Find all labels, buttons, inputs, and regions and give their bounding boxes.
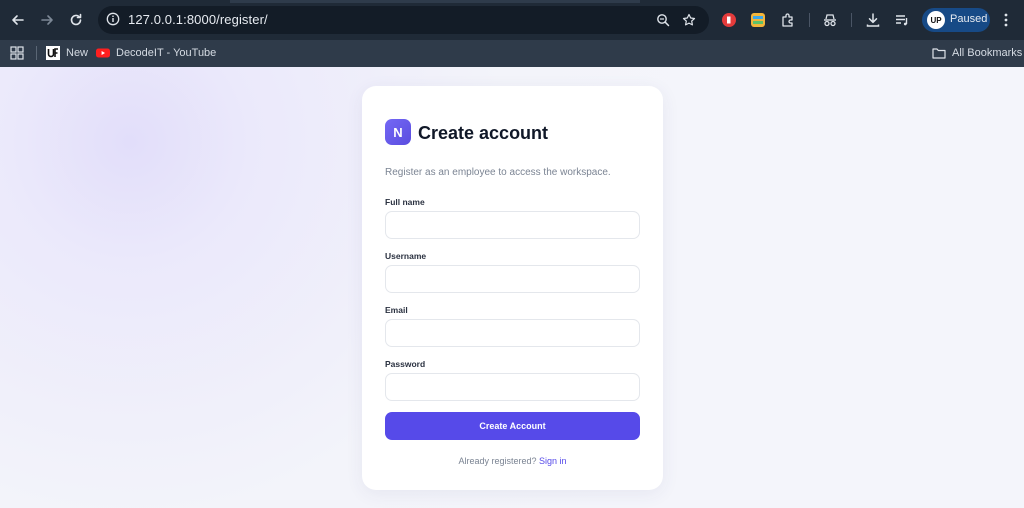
address-bar[interactable]: 127.0.0.1:8000/register/ <box>98 6 709 34</box>
bookmark-label: New <box>66 47 89 59</box>
media-queue-icon[interactable] <box>894 12 910 28</box>
signin-prompt-text: Already registered? <box>458 456 537 466</box>
app-logo: N <box>385 119 411 145</box>
bookmark-new[interactable]: New <box>46 44 88 62</box>
uf-favicon-icon <box>46 46 60 60</box>
toolbar-divider <box>851 13 852 27</box>
incognito-icon[interactable] <box>822 12 838 28</box>
page-title: Create account <box>418 123 549 143</box>
toolbar-divider <box>809 13 810 27</box>
extensions-puzzle-icon[interactable] <box>780 12 796 28</box>
password-label: Password <box>385 359 426 369</box>
more-vert-icon[interactable] <box>1000 12 1012 28</box>
folder-icon <box>932 48 946 59</box>
site-info-icon[interactable] <box>106 12 120 26</box>
signin-link[interactable]: Sign in <box>539 456 567 466</box>
create-account-button[interactable]: Create Account <box>385 412 640 440</box>
bookmark-youtube[interactable]: DecodeIT - YouTube <box>96 44 216 62</box>
profile-status: Paused <box>950 13 988 25</box>
profile-button[interactable]: UP Paused <box>922 8 990 32</box>
youtube-icon <box>96 48 110 58</box>
url-text[interactable]: 127.0.0.1:8000/register/ <box>128 12 268 27</box>
full-name-input[interactable] <box>385 211 640 239</box>
extension-red-icon[interactable] <box>721 12 737 28</box>
page-subtitle: Register as an employee to access the wo… <box>385 167 611 178</box>
tab-strip-edge <box>230 0 640 3</box>
password-input[interactable] <box>385 373 640 401</box>
username-input[interactable] <box>385 265 640 293</box>
email-input[interactable] <box>385 319 640 347</box>
full-name-label: Full name <box>385 197 425 207</box>
bookmark-label: DecodeIT - YouTube <box>116 47 217 59</box>
all-bookmarks-button[interactable]: All Bookmarks <box>932 44 1022 62</box>
register-card: N Create account Register as an employee… <box>362 86 663 490</box>
all-bookmarks-label: All Bookmarks <box>952 47 1023 59</box>
download-icon[interactable] <box>865 12 881 28</box>
browser-toolbar: 127.0.0.1:8000/register/ UP Paused <box>0 0 1024 40</box>
forward-button[interactable] <box>37 10 57 30</box>
bookmarks-bar: New DecodeIT - YouTube All Bookmarks <box>0 40 1024 67</box>
extension-palette-icon[interactable] <box>750 12 766 28</box>
username-label: Username <box>385 251 427 261</box>
reload-button[interactable] <box>66 10 86 30</box>
arrow-right-icon <box>41 15 53 25</box>
reload-icon <box>70 13 82 26</box>
email-label: Email <box>385 305 408 315</box>
bookmark-star-icon[interactable] <box>682 13 696 27</box>
zoom-icon[interactable] <box>656 13 670 27</box>
apps-grid-icon[interactable] <box>10 46 24 60</box>
avatar: UP <box>927 11 945 29</box>
bookmarks-divider <box>36 46 37 60</box>
signin-prompt: Already registered? Sign in <box>362 456 663 466</box>
page-background: N Create account Register as an employee… <box>0 67 1024 508</box>
arrow-left-icon <box>12 15 24 25</box>
back-button[interactable] <box>8 10 28 30</box>
